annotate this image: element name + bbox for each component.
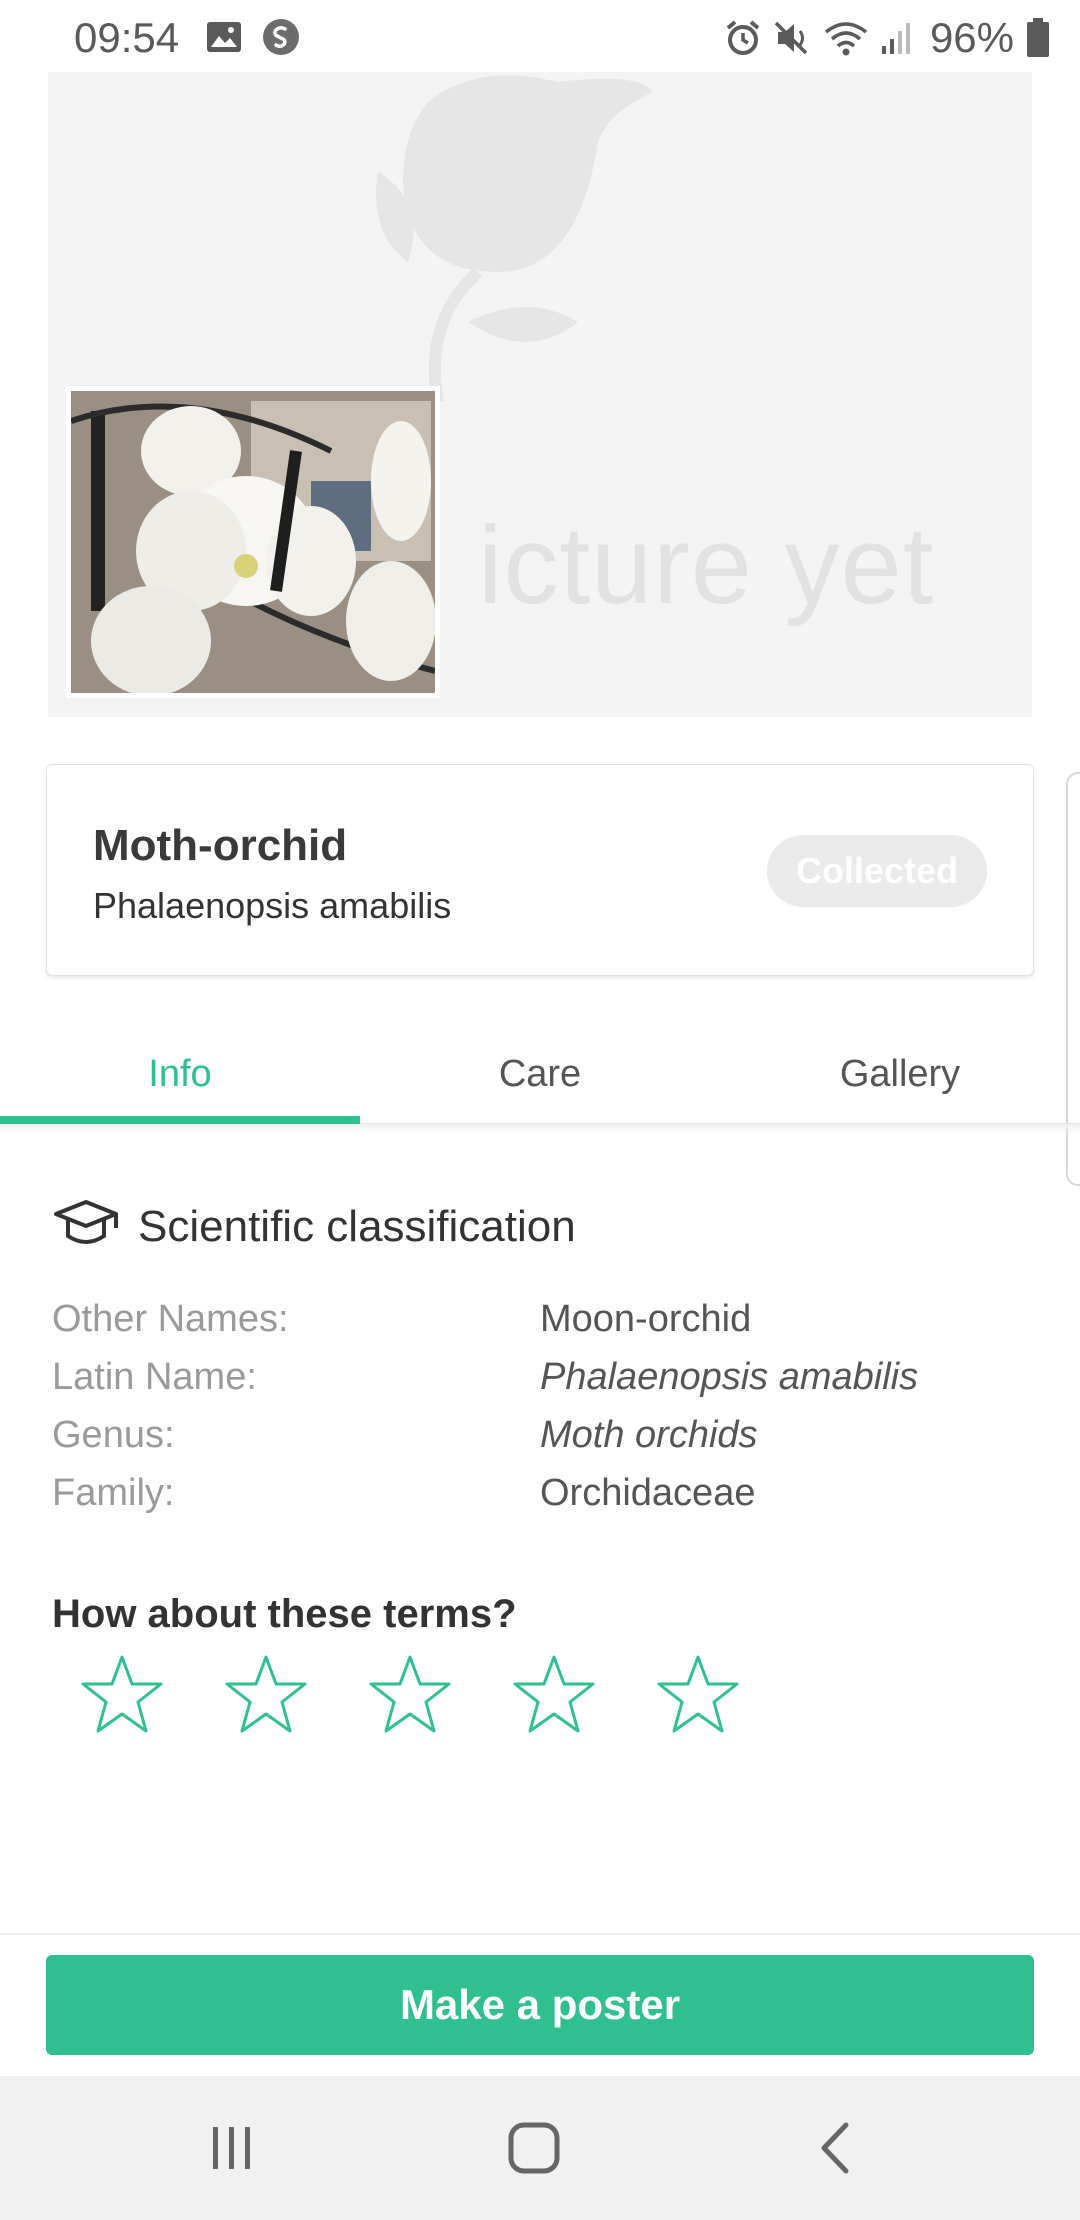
family-label: Family:: [52, 1471, 175, 1514]
classification-row: Genus: Moth orchids: [52, 1406, 1032, 1464]
wifi-icon: [824, 20, 868, 56]
recent-apps-icon[interactable]: [132, 2076, 332, 2220]
star-4-icon[interactable]: [512, 1654, 596, 1734]
tab-care[interactable]: Care: [360, 1030, 720, 1124]
orchid-photo: [71, 391, 435, 693]
status-bar: 09:54 96%: [0, 0, 1080, 72]
star-3-icon[interactable]: [368, 1654, 452, 1734]
plant-detail-screen: 09:54 96% icture yet Moth-orchid Phalaen…: [0, 0, 1080, 2220]
bottom-divider: [0, 1933, 1080, 1935]
alarm-icon: [724, 19, 762, 57]
no-picture-placeholder-text: icture yet: [478, 504, 935, 627]
status-time: 09:54: [74, 14, 180, 61]
home-icon[interactable]: [434, 2076, 634, 2220]
mute-icon: [774, 19, 812, 57]
battery-percent: 96%: [929, 14, 1014, 61]
genus-value: Moth orchids: [540, 1413, 758, 1456]
latin-name-label: Latin Name:: [52, 1355, 257, 1398]
image-icon: [206, 21, 242, 53]
placeholder-flower-icon: [328, 72, 688, 407]
battery-icon: [1026, 18, 1050, 58]
system-navigation-bar: [0, 2076, 1080, 2220]
classification-title: Scientific classification: [138, 1201, 576, 1251]
status-left-icons: [206, 18, 300, 56]
back-icon[interactable]: [736, 2076, 936, 2220]
plant-common-name: Moth-orchid: [93, 821, 348, 870]
other-names-label: Other Names:: [52, 1297, 289, 1340]
family-value: Orchidaceae: [540, 1471, 756, 1514]
star-5-icon[interactable]: [656, 1654, 740, 1734]
classification-row: Latin Name: Phalaenopsis amabilis: [52, 1348, 1032, 1406]
star-2-icon[interactable]: [224, 1654, 308, 1734]
genus-label: Genus:: [52, 1413, 175, 1456]
plant-summary-card: Moth-orchid Phalaenopsis amabilis Collec…: [46, 764, 1034, 976]
status-right-icons: 96%: [724, 14, 1050, 62]
plant-latin-name: Phalaenopsis amabilis: [93, 885, 452, 926]
graduation-cap-icon: [52, 1196, 120, 1257]
shazam-icon: [262, 18, 300, 56]
other-names-value: Moon-orchid: [540, 1297, 752, 1340]
tab-bar-shadow: [0, 1124, 1080, 1134]
star-rating: [80, 1654, 740, 1734]
plant-photo-thumbnail[interactable]: [66, 386, 440, 698]
collected-button[interactable]: Collected: [767, 835, 987, 907]
rating-question: How about these terms?: [52, 1592, 517, 1636]
star-1-icon[interactable]: [80, 1654, 164, 1734]
classification-row: Other Names: Moon-orchid: [52, 1290, 1032, 1348]
make-poster-button[interactable]: Make a poster: [46, 1955, 1034, 2055]
latin-name-value: Phalaenopsis amabilis: [540, 1355, 919, 1398]
classification-row: Family: Orchidaceae: [52, 1464, 1032, 1522]
classification-table: Other Names: Moon-orchid Latin Name: Pha…: [52, 1290, 1032, 1522]
tab-info[interactable]: Info: [0, 1030, 360, 1124]
tab-gallery[interactable]: Gallery: [720, 1030, 1080, 1124]
tab-bar: Info Care Gallery: [0, 1030, 1080, 1124]
active-tab-indicator: [0, 1116, 360, 1124]
signal-icon: [880, 20, 912, 56]
classification-header: Scientific classification: [52, 1196, 576, 1257]
